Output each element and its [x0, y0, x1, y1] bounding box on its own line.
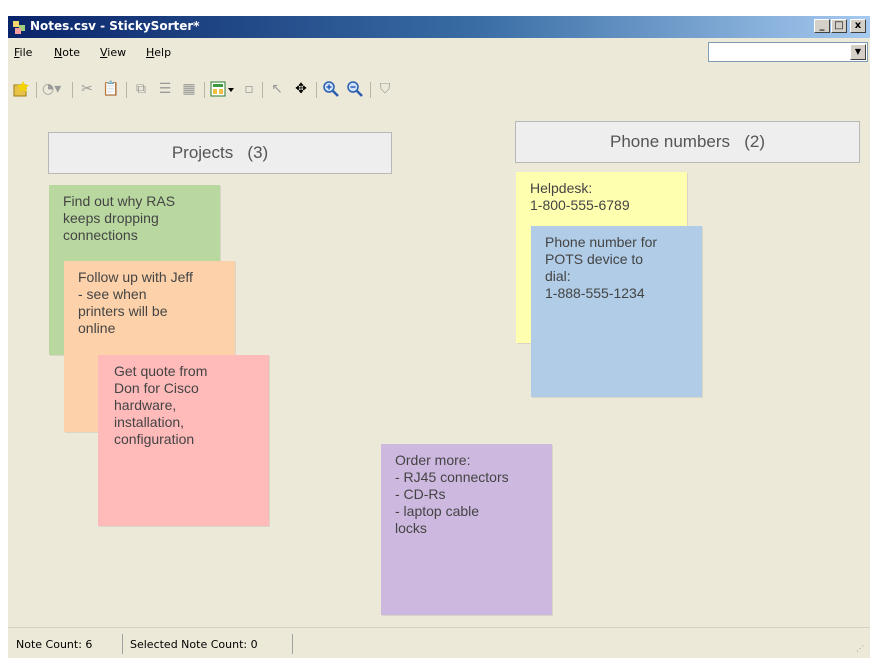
minimize-button[interactable]: _ [814, 19, 830, 33]
maximize-button[interactable]: □ [831, 19, 847, 33]
sticky-note[interactable]: Get quote from Don for Cisco hardware, i… [98, 355, 269, 526]
sticky-note[interactable]: Phone number for POTS device to dial: 1-… [531, 226, 702, 397]
toolbar-separator [262, 82, 263, 98]
note-count: Note Count: 6 [16, 638, 93, 651]
toolbar-separator [36, 82, 37, 98]
menu-bar: File Note View Help ▼ [8, 38, 870, 64]
view-combo[interactable]: ▼ [708, 42, 868, 62]
group-header-phone-numbers[interactable]: Phone numbers (2) [515, 121, 860, 163]
menu-view[interactable]: View [100, 46, 126, 59]
group-dropdown-icon[interactable] [210, 80, 236, 98]
pointer-icon[interactable]: ↖ [268, 80, 286, 98]
group-count: (3) [247, 143, 269, 162]
menu-note[interactable]: Note [54, 46, 80, 59]
zoom-in-icon[interactable] [322, 80, 340, 98]
status-separator [292, 634, 293, 654]
selected-note-count: Selected Note Count: 0 [130, 638, 258, 651]
grid-view-icon[interactable]: ▦ [180, 80, 198, 98]
app-window: Notes.csv - StickySorter* _ □ x File Not… [8, 16, 870, 658]
toolbar-separator [72, 82, 73, 98]
filter-icon[interactable]: ⛉ [376, 80, 394, 98]
resize-grip-icon[interactable]: ⋰ [856, 644, 866, 654]
layout-icon[interactable]: ▫ [240, 80, 258, 98]
toolbar-separator [204, 82, 205, 98]
group-header-projects[interactable]: Projects (3) [48, 132, 392, 174]
toolbar-separator [126, 82, 127, 98]
list-view-icon[interactable]: ☰ [156, 80, 174, 98]
status-bar: Note Count: 6 Selected Note Count: 0 ⋰ [8, 627, 870, 658]
menu-file[interactable]: File [14, 46, 32, 59]
cut-icon[interactable]: ✂ [78, 80, 96, 98]
close-button[interactable]: x [850, 19, 866, 33]
sticky-note[interactable]: Order more: - RJ45 connectors - CD-Rs - … [381, 444, 552, 615]
app-icon [13, 21, 25, 34]
group-label: Phone numbers [610, 132, 731, 151]
move-icon[interactable]: ✥ [292, 80, 310, 98]
chevron-down-icon[interactable]: ▼ [850, 44, 866, 60]
toolbar: ◔▾ ✂ 📋 ⧉ ☰ ▦ ▫ ↖ ✥ ⛉ [8, 64, 870, 108]
paste-icon[interactable]: 📋 [102, 80, 120, 98]
new-note-icon[interactable] [12, 80, 30, 98]
color-dropdown-icon[interactable]: ◔▾ [42, 80, 61, 98]
group-label: Projects [171, 143, 234, 162]
status-separator [122, 634, 123, 654]
toolbar-separator [370, 82, 371, 98]
menu-help[interactable]: Help [146, 46, 171, 59]
zoom-out-icon[interactable] [346, 80, 364, 98]
toolbar-separator [316, 82, 317, 98]
group-count: (2) [744, 132, 765, 151]
window-title: Notes.csv - StickySorter* [30, 19, 200, 33]
title-bar[interactable]: Notes.csv - StickySorter* _ □ x [8, 16, 870, 38]
copy-icon[interactable]: ⧉ [132, 80, 150, 98]
notes-canvas[interactable]: Projects (3) Phone numbers (2) Find out … [8, 108, 870, 627]
